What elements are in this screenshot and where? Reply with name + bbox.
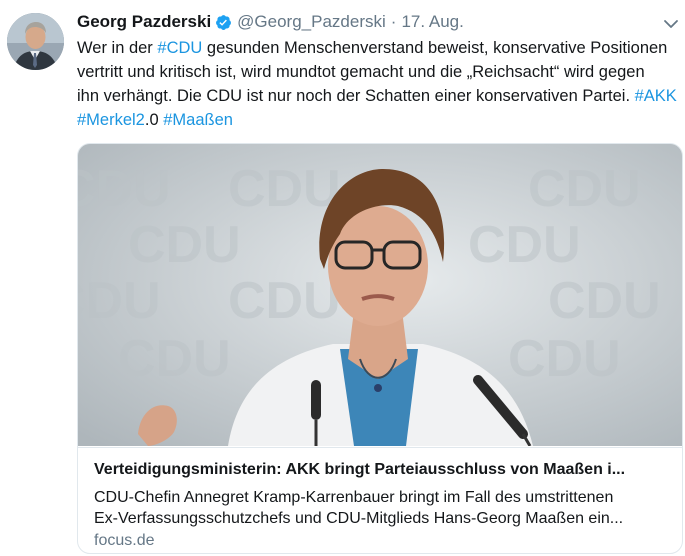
tweet-text-line: ihn verhängt. Die CDU ist nur noch der S… [77,84,677,108]
card-description-line: CDU-Chefin Annegret Kramp-Karrenbauer br… [94,489,614,506]
wall-text: CDU [78,272,161,330]
tweet-text-segment: ihn verhängt. Die CDU ist nur noch der S… [77,87,635,105]
hashtag-link[interactable]: #Maaßen [163,111,233,129]
wall-text: CDU [228,160,341,218]
wall-text: CDU [468,216,581,274]
wall-text: CDU [78,160,171,218]
tweet-text-line: #Merkel2.0 #Maaßen [77,108,677,132]
tweet-text-segment: .0 [144,111,164,129]
tweet-date[interactable]: 17. Aug. [401,12,463,32]
tweet-text-segment: vertritt und kritisch ist, wird mundtot … [77,63,645,81]
hashtag-link[interactable]: #Merkel2 [77,111,145,129]
tweet-text: Wer in der #CDU gesunden Menschenverstan… [77,36,677,132]
verified-badge-icon [215,14,232,31]
card-description-line: Ex-Verfassungsschutzchefs und CDU-Mitgli… [94,510,624,527]
tweet[interactable]: Georg Pazderski @Georg_Pazderski · 17. A… [0,0,685,556]
author-handle[interactable]: @Georg_Pazderski [237,12,386,32]
tweet-header: Georg Pazderski @Georg_Pazderski · 17. A… [77,11,464,33]
chevron-down-icon[interactable] [663,17,679,29]
wall-text: CDU [228,272,341,330]
wall-text: CDU [128,216,241,274]
avatar[interactable] [7,13,64,70]
wall-text: CDU [548,272,661,330]
wall-text: CDU [508,330,621,388]
card-title[interactable]: Verteidigungsministerin: AKK bringt Part… [94,461,669,479]
separator-dot: · [390,12,397,31]
hashtag-link[interactable]: #CDU [157,39,202,57]
wall-text: CDU [528,160,641,218]
tweet-text-segment: Wer in der [77,39,158,57]
card-body[interactable]: Verteidigungsministerin: AKK bringt Part… [78,447,682,553]
tweet-text-line: vertritt und kritisch ist, wird mundtot … [77,60,677,84]
card-image[interactable]: CDU CDU CDU CDU CDU CDU CDU CDU CDU CDU [78,144,682,447]
link-card[interactable]: CDU CDU CDU CDU CDU CDU CDU CDU CDU CDU [77,143,683,554]
author-name[interactable]: Georg Pazderski [77,12,211,32]
wall-text: CDU [118,330,231,388]
card-domain[interactable]: focus.de [94,532,154,550]
card-description: CDU-Chefin Annegret Kramp-Karrenbauer br… [94,487,669,529]
tweet-text-line: Wer in der #CDU gesunden Menschenverstan… [77,36,677,60]
tweet-text-segment: gesunden Menschenverstand beweist, konse… [202,39,668,57]
hashtag-link[interactable]: #AKK [635,87,677,105]
